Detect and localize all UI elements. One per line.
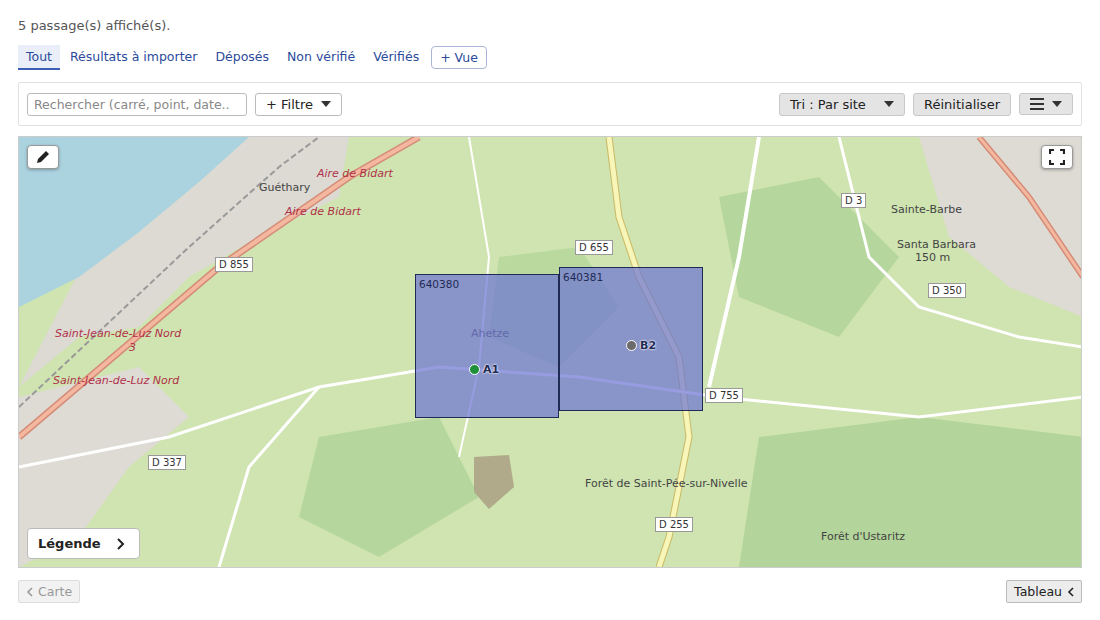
legend-button[interactable]: Légende bbox=[27, 528, 140, 559]
view-tab[interactable]: Non vérifié bbox=[279, 45, 363, 70]
page: 5 passage(s) affiché(s). ToutRésultats à… bbox=[0, 0, 1100, 620]
map[interactable]: Guéthary Aire de Bidart Aire de Bidart D 85… bbox=[18, 136, 1082, 568]
map-label: D 655 bbox=[575, 240, 613, 255]
grid-square[interactable]: 640380 bbox=[415, 274, 559, 418]
map-label: D 755 bbox=[705, 388, 743, 403]
map-label: D 350 bbox=[928, 283, 966, 298]
table-toggle-button[interactable]: Tableau bbox=[1006, 580, 1082, 603]
map-label: Saint-Jean-de-Luz Nord bbox=[53, 374, 179, 387]
caret-icon bbox=[884, 101, 894, 107]
point-label: B2 bbox=[640, 339, 656, 352]
result-count: 5 passage(s) affiché(s). bbox=[18, 16, 1082, 36]
footer: Carte Tableau bbox=[18, 580, 1082, 603]
map-toggle-button[interactable]: Carte bbox=[18, 580, 80, 603]
map-label: Saint-Jean-de-Luz Nord bbox=[55, 327, 181, 340]
chevron-right-icon bbox=[115, 538, 125, 550]
map-label: D 3 bbox=[841, 193, 866, 208]
chevron-left-icon bbox=[1067, 587, 1074, 597]
square-label: 640380 bbox=[419, 278, 459, 290]
map-point[interactable]: B2 bbox=[626, 339, 656, 352]
map-label: 150 m bbox=[915, 251, 950, 264]
fullscreen-icon bbox=[1049, 149, 1065, 165]
point-label: A1 bbox=[483, 363, 499, 376]
view-tab[interactable]: Tout bbox=[18, 45, 60, 70]
map-label: 3 bbox=[129, 341, 136, 354]
chevron-left-icon bbox=[26, 587, 33, 597]
square-label: 640381 bbox=[563, 271, 603, 283]
edit-button[interactable] bbox=[27, 145, 59, 169]
map-label: Aire de Bidart bbox=[317, 167, 393, 180]
map-label: Forêt de Saint-Pée-sur-Nivelle bbox=[585, 477, 747, 490]
point-dot-icon bbox=[626, 340, 637, 351]
map-label: D 337 bbox=[148, 455, 186, 470]
map-label: Guéthary bbox=[259, 181, 310, 194]
view-tab[interactable]: Résultats à importer bbox=[62, 45, 205, 70]
map-label: D 255 bbox=[655, 517, 693, 532]
caret-icon bbox=[1052, 101, 1062, 107]
caret-icon bbox=[321, 101, 331, 107]
map-label: Sainte-Barbe bbox=[891, 203, 962, 216]
view-tabs: ToutRésultats à importerDéposésNon vérif… bbox=[18, 44, 1082, 70]
map-label: D 855 bbox=[215, 257, 253, 272]
add-view-button[interactable]: + Vue bbox=[431, 46, 487, 69]
search-input[interactable] bbox=[27, 93, 247, 116]
map-label: Forêt d'Ustaritz bbox=[821, 530, 905, 543]
view-tab[interactable]: Vérifiés bbox=[365, 45, 427, 70]
filter-button[interactable]: + Filtre bbox=[255, 93, 342, 116]
map-point[interactable]: A1 bbox=[469, 363, 499, 376]
menu-button[interactable] bbox=[1019, 93, 1073, 115]
toolbar: + Filtre Tri : Par site Réinitialiser bbox=[18, 82, 1082, 126]
pencil-icon bbox=[35, 149, 51, 165]
sort-select[interactable]: Tri : Par site bbox=[779, 93, 905, 116]
view-tab[interactable]: Déposés bbox=[207, 45, 277, 70]
map-label: Santa Barbara bbox=[897, 238, 976, 251]
hamburger-icon bbox=[1030, 98, 1044, 110]
fullscreen-button[interactable] bbox=[1041, 145, 1073, 169]
grid-square[interactable]: 640381 bbox=[559, 267, 703, 411]
map-label: Aire de Bidart bbox=[285, 205, 361, 218]
point-dot-icon bbox=[469, 364, 480, 375]
reset-button[interactable]: Réinitialiser bbox=[913, 93, 1011, 116]
